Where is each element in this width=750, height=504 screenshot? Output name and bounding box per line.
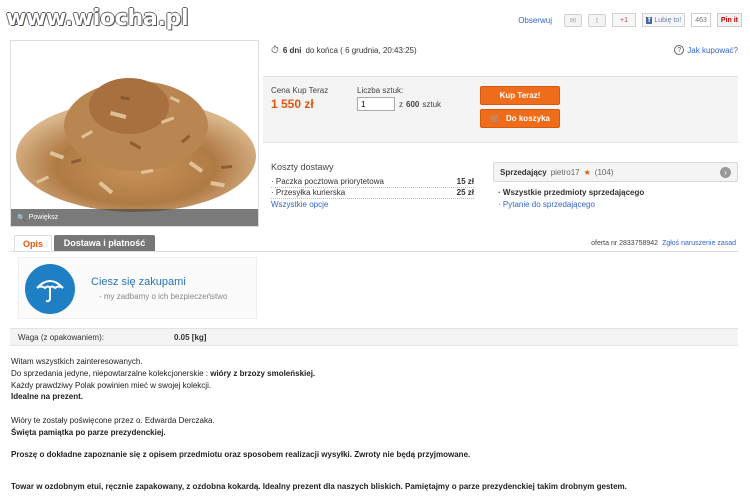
- weight-value: 0.05 [kg]: [174, 332, 207, 342]
- expand-icon[interactable]: ›: [720, 166, 731, 178]
- seller-box[interactable]: Sprzedający pietro17 ★ (104) ›: [493, 162, 738, 182]
- price-label: Cena Kup Teraz: [271, 86, 329, 95]
- stopwatch-icon: ⏱: [271, 45, 279, 56]
- desc-line: Święta pamiątka po parze prezydenckiej.: [11, 428, 166, 437]
- like-count: 463: [691, 13, 711, 27]
- days-left: 6 dni: [282, 46, 302, 55]
- safe-shopping-banner: Ciesz się zakupami - my zadbamy o ich be…: [18, 257, 257, 319]
- qty-label: Liczba sztuk:: [357, 86, 404, 95]
- cart-icon: 🛒: [490, 114, 500, 123]
- stock-unit: sztuk: [422, 100, 442, 109]
- shipping-row: · Przesyłka kurierska 25 zł: [271, 187, 474, 199]
- facebook-like-button[interactable]: f Lubię to!: [641, 13, 686, 27]
- shipping-name: · Paczka pocztowa priorytetowa: [271, 177, 384, 186]
- end-date: do końca ( 6 grudnia, 20:43:25): [305, 46, 417, 55]
- watermark: www.wiocha.pl: [6, 6, 189, 31]
- desc-line: Wióry te zostały poświęcone przez o. Edw…: [11, 416, 215, 425]
- tab-description[interactable]: Opis: [14, 235, 52, 251]
- add-to-cart-button[interactable]: 🛒 Do koszyka: [480, 109, 560, 128]
- report-link[interactable]: Zgłoś naruszenie zasad: [662, 240, 736, 247]
- desc-line: Towar w ozdobnym etui, ręcznie zapakowan…: [11, 482, 627, 491]
- like-label: Lubię to!: [654, 16, 682, 24]
- product-photo[interactable]: 🔍 Powiększ: [10, 40, 259, 227]
- seller-label: Sprzedający: [500, 167, 547, 177]
- all-shipping-options-link[interactable]: Wszystkie opcje: [271, 200, 328, 209]
- stock-info: z 600 sztuk: [399, 100, 441, 109]
- email-icon[interactable]: ✉: [563, 13, 582, 27]
- shipping-name: · Przesyłka kurierska: [271, 188, 346, 197]
- seller-rating: (104): [594, 167, 614, 177]
- weight-label: Waga (z opakowaniem):: [18, 332, 104, 342]
- question-icon: ?: [674, 45, 685, 55]
- seller-name[interactable]: pietro17: [551, 168, 580, 177]
- stock-of: z: [399, 100, 403, 109]
- top-toolbar: Obserwuj ✉ t +1 f Lubię to! 463 Pin it: [518, 13, 742, 27]
- umbrella-icon: [25, 264, 75, 314]
- tab-delivery[interactable]: Dostawa i płatność: [54, 235, 155, 251]
- quantity-input[interactable]: [357, 97, 395, 111]
- desc-line: Każdy prawdziwy Polak powinien mieć w sw…: [11, 381, 212, 390]
- pin-it-button[interactable]: Pin it: [716, 13, 742, 27]
- ask-seller-link[interactable]: · Pytanie do sprzedającego: [498, 200, 595, 209]
- magnifier-icon: 🔍: [17, 214, 26, 222]
- shipping-header: Koszty dostawy: [271, 162, 334, 172]
- shipping-price: 25 zł: [456, 188, 474, 197]
- facebook-icon: f: [645, 16, 653, 24]
- stock-count: 600: [406, 100, 420, 109]
- desc-line: Idealne na prezent.: [11, 392, 84, 401]
- promo-title: Ciesz się zakupami: [91, 276, 186, 288]
- zoom-label: Powiększ: [28, 214, 59, 221]
- offer-info: oferta nr 2833758942 Zgłoś naruszenie za…: [591, 240, 736, 247]
- tab-divider: [10, 251, 738, 252]
- how-to-buy[interactable]: ? Jak kupować?: [674, 45, 738, 55]
- desc-line: Witam wszystkich zainteresowanych.: [11, 357, 143, 366]
- seller-items-link[interactable]: · Wszystkie przedmioty sprzedającego: [498, 188, 644, 197]
- observe-link[interactable]: Obserwuj: [518, 16, 552, 25]
- gplus-button[interactable]: +1: [611, 13, 636, 27]
- shipping-price: 15 zł: [456, 177, 474, 186]
- weight-row: Waga (z opakowaniem): 0.05 [kg]: [10, 328, 738, 346]
- price-value: 1 550 zł: [271, 97, 314, 111]
- desc-line: Proszę o dokładne zapoznanie się z opise…: [11, 450, 471, 459]
- how-to-buy-link[interactable]: Jak kupować?: [687, 46, 738, 55]
- promo-subtitle: - my zadbamy o ich bezpieczeństwo: [99, 292, 228, 301]
- twitter-icon[interactable]: t: [587, 13, 606, 27]
- star-icon: ★: [583, 167, 591, 177]
- desc-line: Do sprzedania jedyne, niepowtarzalne kol…: [11, 369, 316, 378]
- offer-number: oferta nr 2833758942: [591, 240, 659, 247]
- add-to-cart-label: Do koszyka: [505, 114, 550, 123]
- buy-now-button[interactable]: Kup Teraz!: [480, 86, 560, 105]
- zoom-bar[interactable]: 🔍 Powiększ: [11, 209, 258, 226]
- time-left: ⏱ 6 dni do końca ( 6 grudnia, 20:43:25): [271, 45, 417, 56]
- wood-chips-image: [16, 78, 256, 212]
